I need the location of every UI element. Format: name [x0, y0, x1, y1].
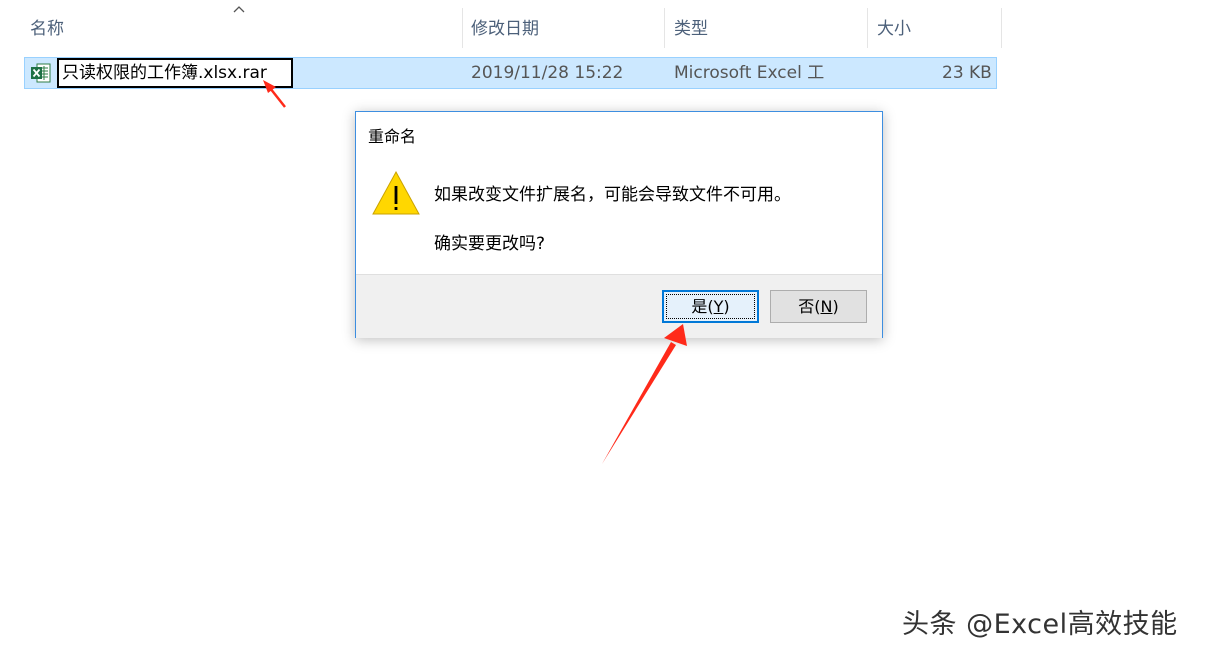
no-button-label: 否(	[798, 297, 821, 316]
column-header-modified[interactable]: 修改日期	[471, 14, 539, 44]
warning-icon	[372, 170, 420, 215]
file-size: 23 KB	[942, 63, 992, 83]
rename-input[interactable]: 只读权限的工作簿.xlsx.rar	[57, 58, 293, 88]
yes-button[interactable]: 是(Y)	[662, 290, 759, 323]
no-button-accesskey: N	[820, 297, 833, 316]
file-modified-date: 2019/11/28 15:22	[471, 63, 624, 83]
focus-ring	[666, 294, 755, 319]
rename-dialog: 重命名 如果改变文件扩展名，可能会导致文件不可用。 确实要更改吗? 是(Y) 否…	[355, 111, 883, 338]
column-divider[interactable]	[1001, 8, 1002, 48]
no-button-label-end: )	[832, 297, 839, 316]
annotation-arrow-yes-button	[602, 324, 687, 464]
file-type: Microsoft Excel 工	[674, 63, 825, 83]
explorer-window: 名称 修改日期 类型 大小 只读权限的工作簿.xlsx.rar 2019/11/…	[0, 0, 1232, 656]
column-header-name[interactable]: 名称	[30, 14, 64, 44]
dialog-question: 确实要更改吗?	[434, 234, 546, 254]
sort-ascending-icon	[233, 6, 245, 13]
column-divider[interactable]	[664, 8, 665, 48]
dialog-title: 重命名	[368, 127, 417, 146]
watermark: 头条 @Excel高效技能	[902, 609, 1178, 640]
dialog-message: 如果改变文件扩展名，可能会导致文件不可用。	[434, 185, 791, 205]
column-header-size[interactable]: 大小	[877, 14, 911, 44]
no-button[interactable]: 否(N)	[770, 290, 867, 323]
column-header-type[interactable]: 类型	[674, 14, 708, 44]
excel-file-icon	[31, 63, 51, 83]
column-divider[interactable]	[867, 8, 868, 48]
dialog-button-bar: 是(Y) 否(N)	[356, 274, 882, 338]
column-divider[interactable]	[462, 8, 463, 48]
